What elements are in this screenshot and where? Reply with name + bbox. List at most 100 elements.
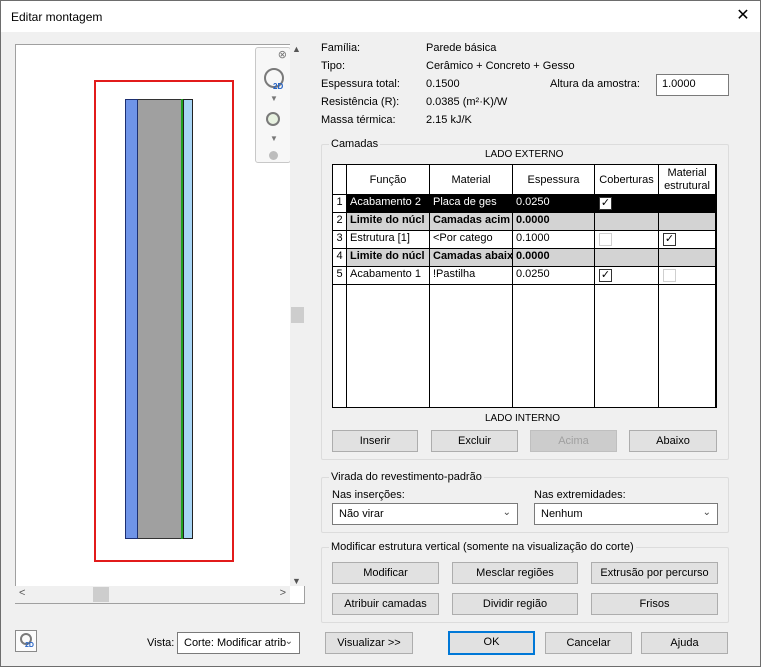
extrusao-percurso-button[interactable]: Extrusão por percurso <box>591 562 718 584</box>
row-estrutural <box>659 267 716 285</box>
chevron-down-icon: ⌄ <box>502 507 511 518</box>
lado-interno-label: LADO INTERNO <box>485 413 561 424</box>
row-coberturas <box>595 249 659 267</box>
estrutural-checkbox[interactable] <box>663 269 676 282</box>
layers-table[interactable]: Função Material Espessura Coberturas Mat… <box>332 164 717 408</box>
chevron-up-icon[interactable]: ▲ <box>292 44 301 54</box>
vertical-structure-group-label: Modificar estrutura vertical (somente na… <box>329 541 636 553</box>
chevron-down-icon[interactable]: ▼ <box>270 94 278 103</box>
preview-vertical-scrollbar[interactable]: ▲ ▼ <box>290 44 305 586</box>
estrutural-checkbox[interactable]: ✓ <box>663 233 676 246</box>
visualizar-button[interactable]: Visualizar >> <box>325 632 413 654</box>
insercoes-select[interactable]: Não virar ⌄ <box>332 503 518 525</box>
row-espessura[interactable]: 0.0000 <box>513 249 595 267</box>
row-coberturas <box>595 231 659 249</box>
column-divider <box>429 165 430 407</box>
mesclar-regioes-button[interactable]: Mesclar regiões <box>452 562 578 584</box>
column-divider <box>715 165 716 407</box>
row-funcao[interactable]: Estrutura [1] <box>347 231 430 249</box>
column-header-espessura[interactable]: Espessura <box>513 165 595 195</box>
navigation-bar: ⊗ 2D ▼ ▼ <box>255 47 291 163</box>
row-estrutural <box>659 195 716 213</box>
atribuir-camadas-button[interactable]: Atribuir camadas <box>332 593 439 615</box>
extremidades-value: Nenhum <box>541 508 583 520</box>
close-icon[interactable]: ✕ <box>734 7 752 25</box>
row-material[interactable]: <Por catego <box>430 231 513 249</box>
row-espessura[interactable]: 0.1000 <box>513 231 595 249</box>
vista-label: Vista: <box>147 637 175 649</box>
resistencia-value: 0.0385 (m²·K)/W <box>426 96 508 108</box>
row-number: 5 <box>333 267 347 285</box>
row-funcao[interactable]: Limite do núcl <box>347 249 430 267</box>
cancelar-button[interactable]: Cancelar <box>545 632 632 654</box>
extremidades-select[interactable]: Nenhum ⌄ <box>534 503 718 525</box>
vista-select[interactable]: Corte: Modificar atrib ⌄ <box>177 632 300 654</box>
acima-button[interactable]: Acima <box>530 430 617 452</box>
scroll-thumb[interactable] <box>93 587 109 602</box>
dividir-regiao-button[interactable]: Dividir região <box>452 593 578 615</box>
row-material[interactable]: !Pastilha <box>430 267 513 285</box>
column-divider <box>512 165 513 407</box>
chevron-right-icon[interactable]: > <box>280 587 286 599</box>
resistencia-label: Resistência (R): <box>321 96 400 108</box>
excluir-button[interactable]: Excluir <box>431 430 518 452</box>
massa-termica-label: Massa térmica: <box>321 114 396 126</box>
inserir-button[interactable]: Inserir <box>332 430 418 452</box>
row-number: 4 <box>333 249 347 267</box>
row-material[interactable]: Camadas abaix <box>430 249 513 267</box>
row-estrutural <box>659 249 716 267</box>
estrutural-checkbox[interactable] <box>664 199 674 209</box>
abaixo-button[interactable]: Abaixo <box>629 430 717 452</box>
ajuda-button[interactable]: Ajuda <box>641 632 728 654</box>
altura-amostra-label: Altura da amostra: <box>550 78 640 90</box>
two-d-icon: 2D <box>273 82 284 91</box>
navbar-options-icon[interactable] <box>269 151 278 160</box>
column-header-coberturas[interactable]: Coberturas <box>595 165 659 195</box>
wall-layer-finish-interior <box>183 99 193 539</box>
coberturas-checkbox[interactable]: ✓ <box>599 269 612 282</box>
column-divider <box>346 165 347 407</box>
chevron-left-icon[interactable]: < <box>19 587 25 599</box>
row-material[interactable]: Placa de ges <box>430 195 513 213</box>
row-number-header <box>333 165 347 195</box>
massa-termica-value: 2.15 kJ/K <box>426 114 472 126</box>
row-number: 3 <box>333 231 347 249</box>
chevron-down-icon[interactable]: ▼ <box>292 576 301 586</box>
frisos-button[interactable]: Frisos <box>591 593 718 615</box>
row-funcao[interactable]: Limite do núcl <box>347 213 430 231</box>
insercoes-value: Não virar <box>339 508 384 520</box>
row-espessura[interactable]: 0.0000 <box>513 213 595 231</box>
preview-horizontal-scrollbar[interactable]: < > <box>15 586 290 603</box>
altura-amostra-input[interactable]: 1.0000 <box>656 74 729 96</box>
steering-wheel-icon[interactable]: 2D <box>15 630 37 652</box>
vista-value: Corte: Modificar atrib <box>184 637 287 649</box>
familia-value: Parede básica <box>426 42 497 54</box>
row-espessura[interactable]: 0.0250 <box>513 267 595 285</box>
two-d-icon: 2D <box>25 642 34 649</box>
espessura-total-label: Espessura total: <box>321 78 400 90</box>
row-espessura[interactable]: 0.0250 <box>513 195 595 213</box>
close-icon[interactable]: ⊗ <box>278 48 287 61</box>
scroll-thumb[interactable] <box>291 307 304 323</box>
chevron-down-icon: ⌄ <box>702 507 711 518</box>
row-coberturas <box>595 213 659 231</box>
ok-button[interactable]: OK <box>448 631 535 655</box>
column-header-funcao[interactable]: Função <box>347 165 430 195</box>
window-title: Editar montagem <box>11 10 103 24</box>
camadas-group-label: Camadas <box>329 138 381 150</box>
coberturas-checkbox[interactable] <box>599 233 612 246</box>
row-number: 2 <box>333 213 347 231</box>
row-material[interactable]: Camadas acim <box>430 213 513 231</box>
chevron-down-icon[interactable]: ▼ <box>270 134 278 143</box>
wall-layer-finish-exterior <box>125 99 138 539</box>
zoom-icon[interactable] <box>266 112 280 126</box>
column-header-material[interactable]: Material <box>430 165 513 195</box>
coberturas-checkbox[interactable]: ✓ <box>599 197 612 210</box>
row-funcao[interactable]: Acabamento 1 <box>347 267 430 285</box>
row-number: 1 <box>333 195 347 213</box>
row-funcao[interactable]: Acabamento 2 <box>347 195 430 213</box>
column-header-material-estrutural[interactable]: Material estrutural <box>659 165 716 195</box>
preview-pane[interactable]: ⊗ 2D ▼ ▼ <box>15 44 305 604</box>
title-bar: Editar montagem ✕ <box>1 1 760 32</box>
modificar-button[interactable]: Modificar <box>332 562 439 584</box>
